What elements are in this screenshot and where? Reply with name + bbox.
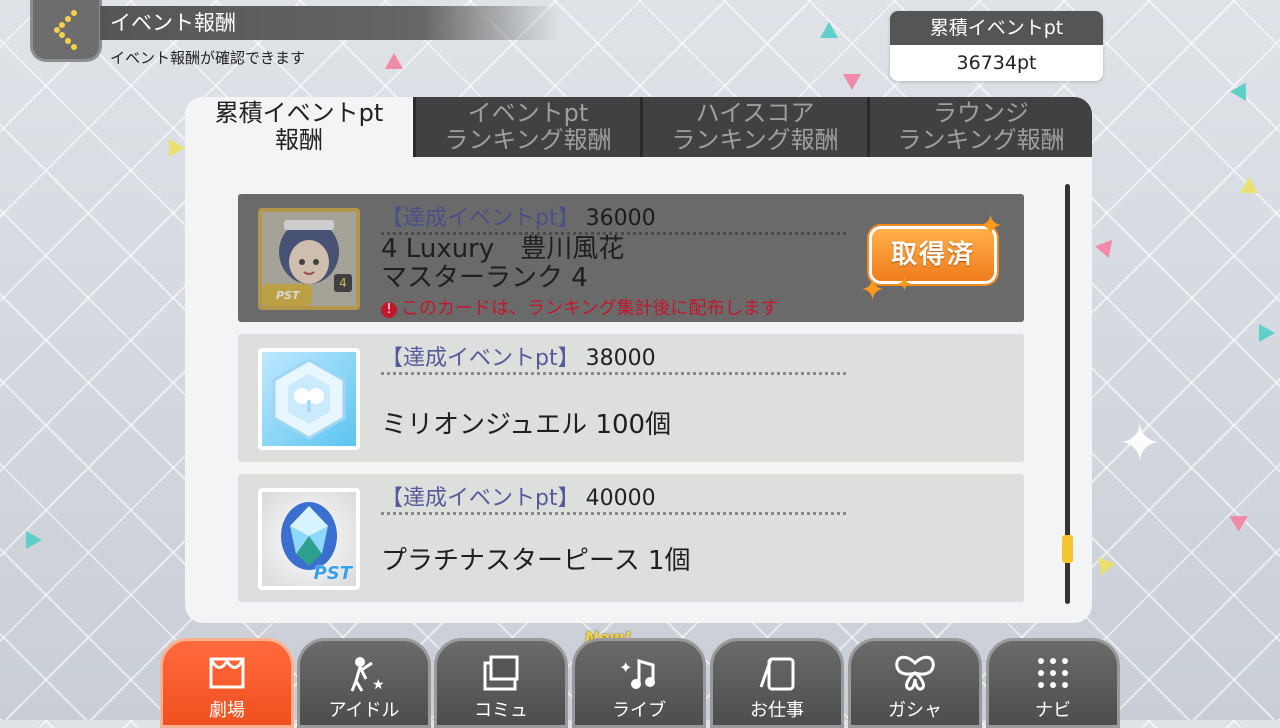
cumulative-points-label: 累積イベントpt (890, 11, 1103, 45)
nav-label: お仕事 (750, 700, 804, 721)
nav-label: ガシャ (888, 700, 942, 721)
tab-highscore-ranking[interactable]: ハイスコア ランキング報酬 (640, 97, 867, 157)
page-subtitle: イベント報酬が確認できます (110, 49, 306, 67)
confetti-decoration (385, 53, 403, 69)
confetti-decoration (820, 22, 838, 38)
reward-item[interactable]: PST 4 【達成イベントpt】 36000 4 Luxury 豊川風花 マスター… (238, 194, 1024, 322)
confetti-decoration (1229, 508, 1253, 532)
warning-icon: ! (381, 302, 397, 318)
scrollbar-thumb[interactable] (1062, 535, 1073, 563)
platinum-star-piece-thumbnail: PST (258, 488, 360, 590)
confetti-decoration (843, 74, 861, 90)
nav-label: ナビ (1035, 700, 1071, 721)
nav-work[interactable]: お仕事 (710, 638, 844, 728)
sparkle-decoration: ✦ (1118, 414, 1162, 474)
jewel-thumbnail (258, 348, 360, 450)
svg-text:★: ★ (372, 677, 385, 693)
requirement-label: 【達成イベントpt】 (381, 206, 580, 231)
requirement-text: 【達成イベントpt】 40000 (381, 480, 656, 512)
butterfly-icon (895, 655, 935, 691)
confetti-decoration (1094, 234, 1120, 258)
requirement-text: 【達成イベントpt】 36000 (381, 200, 656, 232)
million-jewel-icon (272, 358, 346, 440)
tab-cumulative-points[interactable]: 累積イベントpt 報酬 (185, 97, 413, 157)
page-title: イベント報酬 (100, 6, 560, 40)
sparkle-star-icon: ✦ (860, 273, 886, 308)
cumulative-points-box: 累積イベントpt 36734pt (890, 11, 1103, 81)
nav-navi[interactable]: ナビ (986, 638, 1120, 728)
reward-item[interactable]: 【達成イベントpt】 38000 ミリオンジュエル 100個 (238, 334, 1024, 462)
grid-dots-icon (1038, 658, 1068, 688)
nav-idol[interactable]: ★ アイドル (297, 638, 431, 728)
chevron-left-icon (54, 9, 77, 50)
tab-points-ranking[interactable]: イベントpt ランキング報酬 (413, 97, 640, 157)
idol-card-thumbnail: PST 4 (258, 208, 360, 310)
dotted-divider (381, 372, 846, 375)
requirement-value: 36000 (585, 206, 656, 231)
reward-panel: 累積イベントpt 報酬 イベントpt ランキング報酬 ハイスコア ランキング報酬… (185, 97, 1092, 623)
reward-item[interactable]: PST 【達成イベントpt】 40000 プラチナスターピース 1個 (238, 474, 1024, 602)
requirement-label: 【達成イベントpt】 (381, 486, 580, 511)
requirement-text: 【達成イベントpt】 38000 (381, 340, 656, 372)
music-note-icon: ✦ (619, 658, 655, 689)
confetti-decoration (1092, 557, 1116, 579)
tab-lounge-ranking[interactable]: ラウンジ ランキング報酬 (867, 97, 1092, 157)
idol-icon: ★ (350, 657, 385, 693)
reward-name: プラチナスターピース 1個 (381, 546, 691, 576)
nav-label: ライブ (612, 700, 666, 721)
nav-label: 劇場 (209, 700, 245, 721)
back-button[interactable] (30, 0, 102, 62)
sparkle-star-icon: ✦ (896, 272, 913, 296)
nav-live[interactable]: ✦ ライブ (572, 638, 706, 728)
requirement-label: 【達成イベントpt】 (381, 346, 580, 371)
nav-commu[interactable]: コミュ (434, 638, 568, 728)
rank-badge: 4 (334, 274, 352, 292)
distribution-note: ! このカードは、ランキング集計後に配布します (381, 294, 778, 320)
reward-name: ミリオンジュエル 100個 (381, 410, 672, 440)
requirement-value: 40000 (585, 486, 656, 511)
reward-tabs: 累積イベントpt 報酬 イベントpt ランキング報酬 ハイスコア ランキング報酬… (185, 97, 1092, 157)
requirement-value: 38000 (585, 346, 656, 371)
pst-label: PST (313, 563, 352, 584)
nav-label: コミュ (474, 700, 528, 721)
confetti-decoration (169, 139, 185, 157)
nav-gacha[interactable]: ガシャ (848, 638, 982, 728)
bottom-nav: 劇場 ★ アイドル コミュ ✦ ライブ お仕事 ガシャ ナビ (0, 638, 1280, 728)
dotted-divider (381, 512, 846, 515)
cumulative-points-value: 36734pt (890, 45, 1103, 81)
reward-rank: マスターランク 4 (381, 263, 588, 293)
nav-theater[interactable]: 劇場 (160, 638, 294, 728)
work-icon (759, 657, 795, 691)
sparkle-star-icon: ✦ (978, 209, 1004, 244)
confetti-decoration (26, 531, 42, 549)
svg-text:✦: ✦ (619, 658, 632, 677)
pst-label: PST (276, 289, 300, 302)
commu-icon (483, 655, 519, 691)
theater-icon (209, 657, 245, 689)
reward-name: 4 Luxury 豊川風花 (381, 234, 625, 264)
confetti-decoration (1240, 177, 1258, 193)
confetti-decoration (1259, 324, 1275, 342)
confetti-decoration (1230, 82, 1254, 106)
nav-label: アイドル (328, 700, 400, 721)
